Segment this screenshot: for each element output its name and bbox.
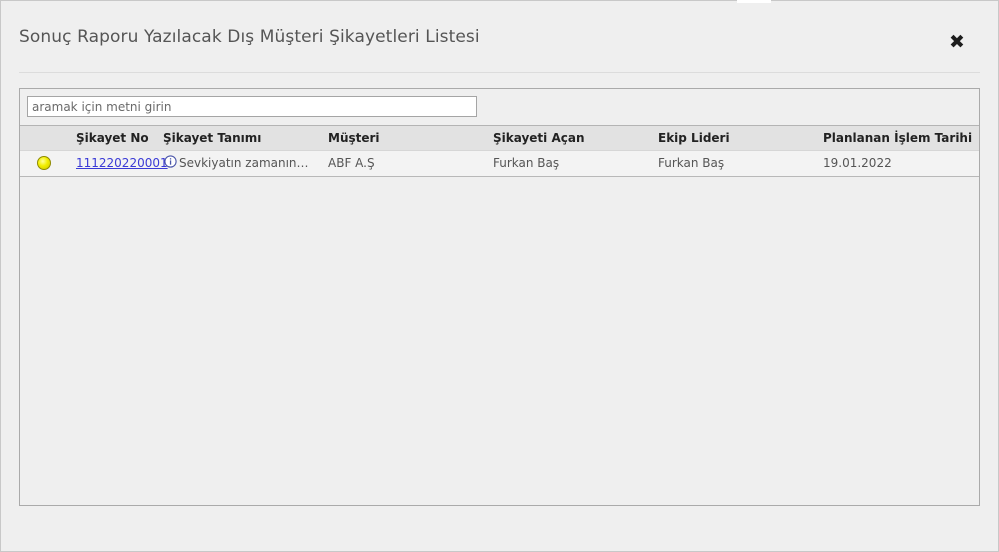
search-input[interactable] bbox=[27, 96, 477, 117]
team-lead-cell: Furkan Baş bbox=[658, 156, 725, 170]
status-dot-icon bbox=[37, 156, 51, 170]
info-icon[interactable] bbox=[164, 155, 177, 168]
column-header-planned-date[interactable]: Planlanan İşlem Tarihi bbox=[823, 126, 972, 150]
opened-by-cell: Furkan Baş bbox=[493, 156, 560, 170]
complaint-no-link[interactable]: 111220220001 bbox=[76, 151, 168, 175]
customer-cell: ABF A.Ş bbox=[328, 156, 375, 170]
complaint-description: Sevkiyatın zamanında gerçekleşmemesi bbox=[179, 156, 313, 170]
grid-panel: Şikayet No Şikayet Tanımı Müşteri Şikaye… bbox=[19, 88, 980, 506]
complaint-list-dialog: Sonuç Raporu Yazılacak Dış Müşteri Şikay… bbox=[0, 0, 999, 552]
column-header-description[interactable]: Şikayet Tanımı bbox=[163, 126, 261, 150]
close-icon[interactable]: ✖ bbox=[947, 31, 967, 53]
complaint-grid: Şikayet No Şikayet Tanımı Müşteri Şikaye… bbox=[20, 125, 979, 177]
grid-header: Şikayet No Şikayet Tanımı Müşteri Şikaye… bbox=[20, 125, 979, 150]
column-header-complaint-no[interactable]: Şikayet No bbox=[76, 126, 149, 150]
top-notch bbox=[737, 0, 771, 3]
table-row[interactable]: 111220220001 Sevkiyatın zamanında gerçek… bbox=[20, 150, 979, 177]
column-header-team-lead[interactable]: Ekip Lideri bbox=[658, 126, 730, 150]
planned-date-cell: 19.01.2022 bbox=[823, 156, 892, 170]
column-header-opened-by[interactable]: Şikayeti Açan bbox=[493, 126, 585, 150]
dialog-title: Sonuç Raporu Yazılacak Dış Müşteri Şikay… bbox=[19, 27, 480, 47]
title-divider bbox=[19, 72, 980, 73]
column-header-customer[interactable]: Müşteri bbox=[328, 126, 380, 150]
